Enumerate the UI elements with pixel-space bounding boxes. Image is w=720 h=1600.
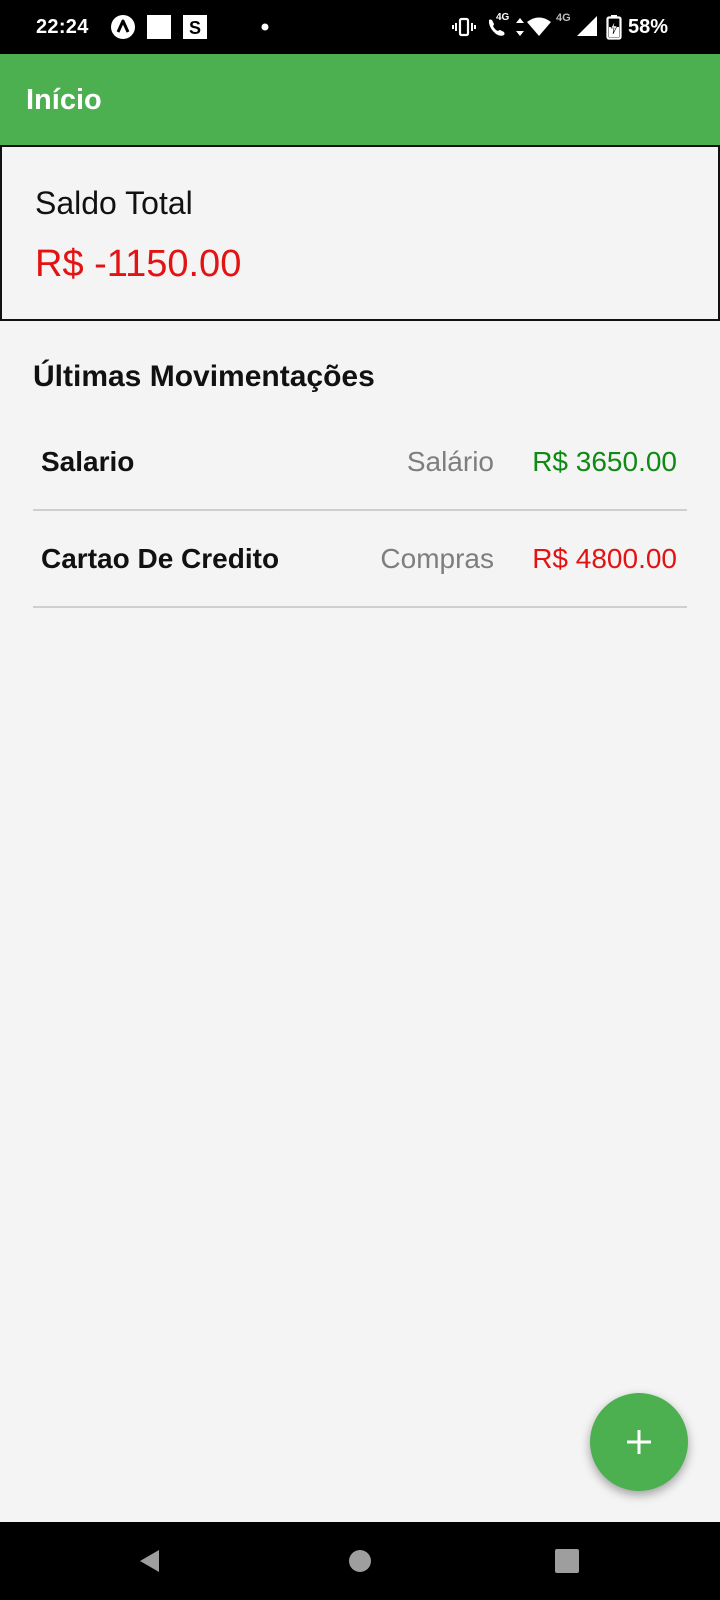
nav-recents-button[interactable]	[522, 1522, 612, 1600]
app-bar: Início	[0, 54, 720, 146]
balance-label: Saldo Total	[35, 185, 193, 221]
add-transaction-button[interactable]	[590, 1393, 688, 1491]
plus-icon	[627, 1430, 651, 1454]
data-arrows-icon	[516, 18, 524, 36]
recents-icon	[555, 1549, 579, 1573]
recent-transactions-title: Últimas Movimentações	[33, 360, 375, 393]
transaction-amount: R$ 3650.00	[532, 446, 677, 477]
network-badge-4g-2: 4G	[556, 12, 571, 24]
transaction-row[interactable]: Salario Salário R$ 3650.00	[33, 414, 687, 511]
nav-home-button[interactable]	[315, 1522, 405, 1600]
transaction-category: Salário	[406, 446, 494, 477]
page-title: Início	[26, 84, 102, 116]
network-badge-4g: 4G	[496, 12, 510, 23]
dot-icon	[261, 23, 269, 31]
cell-signal-icon	[577, 16, 597, 36]
transaction-category: Compras	[380, 543, 494, 574]
battery-charging-icon	[606, 15, 622, 40]
transaction-name: Cartao De Credito	[41, 543, 280, 574]
status-bar: 22:24 S 4G 4G 58%	[0, 0, 720, 54]
system-navigation-bar	[0, 1522, 720, 1600]
balance-card: Saldo Total R$ -1150.00	[0, 145, 720, 321]
transaction-amount: R$ 4800.00	[532, 543, 677, 574]
balance-value: R$ -1150.00	[35, 243, 242, 285]
transactions-list: Salario Salário R$ 3650.00 Cartao De Cre…	[33, 414, 687, 608]
react-native-icon	[111, 15, 135, 39]
s-app-icon: S	[183, 15, 207, 39]
nav-back-button[interactable]	[104, 1522, 194, 1600]
svg-text:S: S	[189, 18, 201, 38]
back-icon	[140, 1550, 159, 1572]
battery-percentage: 58%	[628, 16, 669, 38]
status-time: 22:24	[36, 16, 89, 38]
home-icon	[349, 1550, 371, 1572]
white-square-icon	[147, 15, 171, 39]
transaction-row[interactable]: Cartao De Credito Compras R$ 4800.00	[33, 511, 687, 608]
vibrate-icon	[452, 17, 476, 37]
transaction-name: Salario	[41, 446, 135, 477]
wifi-icon	[527, 17, 551, 36]
